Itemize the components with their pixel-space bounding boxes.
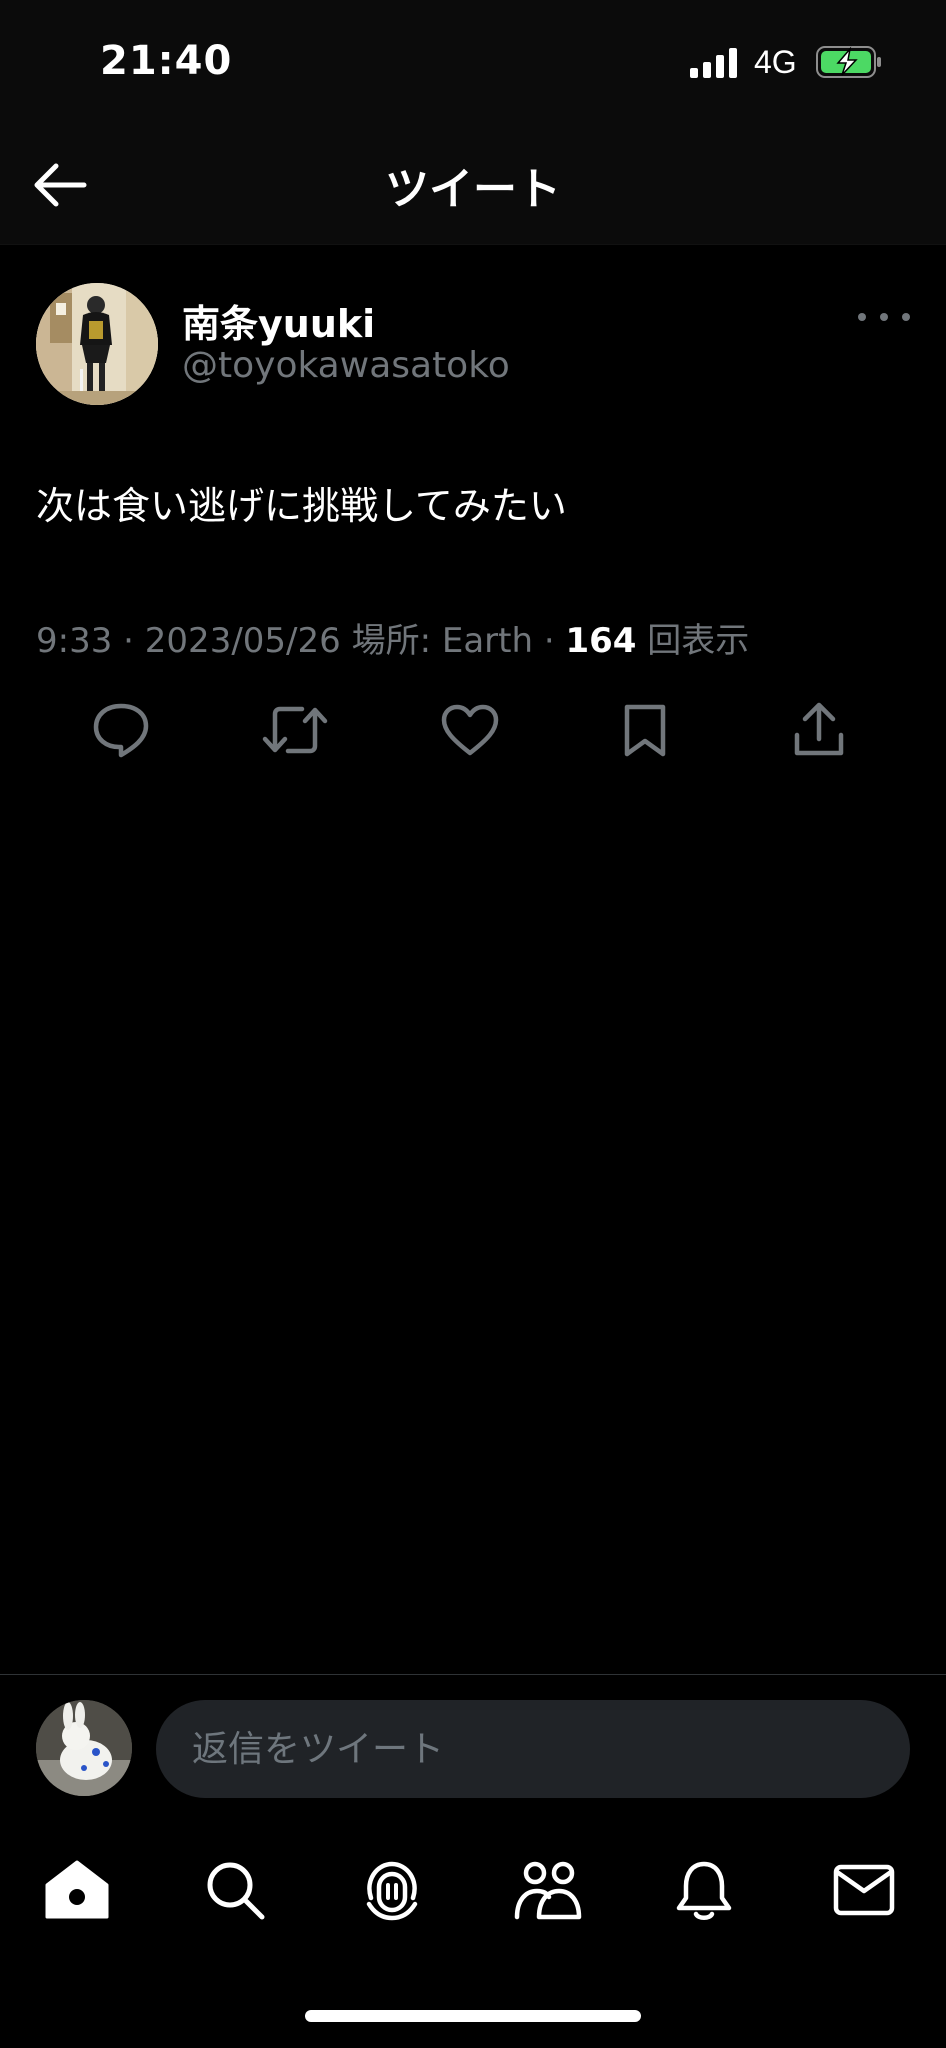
tweet-meta: 9:33 · 2023/05/26 場所: Earth · 164 回表示: [36, 613, 749, 662]
like-button[interactable]: [435, 695, 505, 765]
tweet-date: 2023/05/26: [144, 621, 341, 661]
avatar-image: [36, 283, 158, 405]
reply-input[interactable]: [156, 1700, 910, 1798]
tab-messages[interactable]: [829, 1855, 899, 1925]
home-indicator: [305, 2010, 641, 2022]
tweet-time: 9:33: [36, 621, 113, 661]
view-count: 164: [565, 621, 637, 661]
tweet-actions: [0, 695, 946, 775]
user-avatar[interactable]: [36, 1700, 132, 1796]
author-display-name[interactable]: 南条yuuki: [182, 293, 375, 348]
tab-search[interactable]: [200, 1855, 270, 1925]
tab-communities[interactable]: [513, 1855, 583, 1925]
home-icon: [45, 1860, 109, 1919]
more-icon-dot: [880, 313, 888, 321]
spaces-icon: [366, 1861, 418, 1921]
retweet-button[interactable]: [260, 695, 330, 765]
bookmark-button[interactable]: [610, 695, 680, 765]
communities-icon: [514, 1861, 582, 1920]
bookmark-icon: [624, 704, 666, 757]
author-handle[interactable]: @toyokawasatoko: [182, 345, 510, 386]
tab-home[interactable]: [42, 1855, 112, 1925]
search-icon: [207, 1862, 265, 1920]
heart-icon: [441, 704, 499, 756]
user-avatar-image: [36, 1700, 132, 1796]
more-icon-dot: [902, 313, 910, 321]
tweet-location: 場所: Earth: [351, 621, 534, 661]
reply-bar: [0, 1674, 946, 1804]
network-type: 4G: [754, 44, 797, 80]
reply-button[interactable]: [86, 695, 156, 765]
page-title: ツイート: [385, 164, 561, 215]
author-avatar[interactable]: [36, 283, 158, 405]
messages-icon: [833, 1864, 895, 1916]
tab-notifications[interactable]: [669, 1855, 739, 1925]
battery-icon: [816, 46, 881, 78]
status-bar: 21:40 4G: [0, 0, 946, 125]
meta-separator: ·: [543, 621, 566, 661]
more-icon: [858, 313, 866, 321]
meta-separator: ·: [123, 621, 145, 661]
tab-bar: [0, 1815, 946, 1965]
more-button[interactable]: [858, 307, 910, 327]
header: ツイート: [0, 125, 946, 245]
signal-icon: [690, 48, 737, 78]
reply-icon: [93, 703, 149, 758]
view-label: 回表示: [647, 621, 750, 661]
status-time: 21:40: [100, 38, 233, 84]
tweet-text: 次は食い逃げに挑戦してみたい: [36, 484, 567, 528]
notifications-icon: [676, 1861, 732, 1920]
share-icon: [794, 702, 844, 756]
retweet-icon: [262, 706, 328, 754]
tab-spaces[interactable]: [357, 1855, 427, 1925]
share-button[interactable]: [784, 695, 854, 765]
